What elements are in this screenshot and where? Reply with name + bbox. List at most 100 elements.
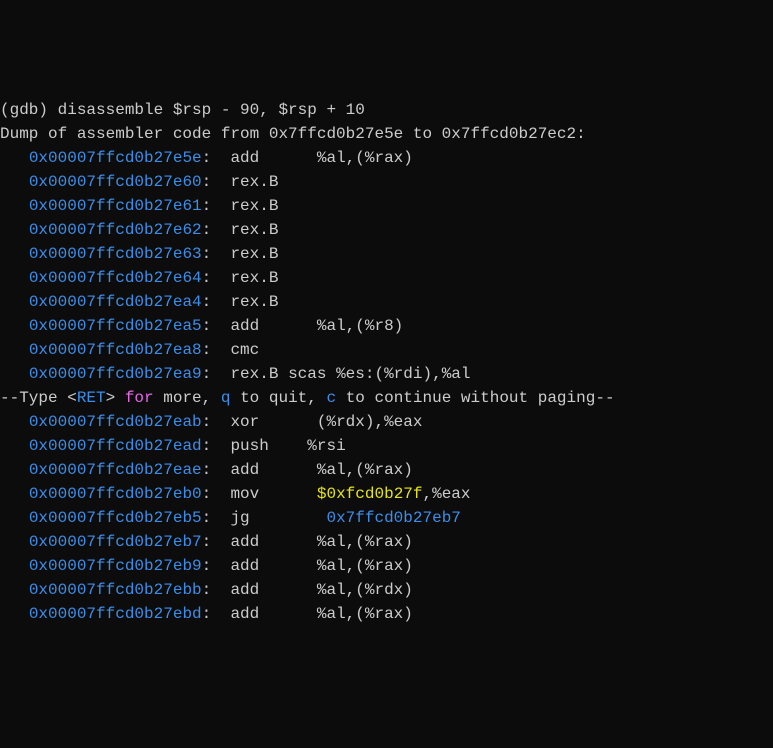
- asm-colon: :: [202, 581, 231, 599]
- pager-text: more,: [154, 389, 221, 407]
- asm-indent: [0, 437, 29, 455]
- dump-addr-from: 0x7ffcd0b27e5e: [269, 125, 403, 143]
- asm-row: 0x00007ffcd0b27e62: rex.B: [0, 218, 773, 242]
- asm-row: 0x00007ffcd0b27eb7: add %al,(%rax): [0, 530, 773, 554]
- asm-colon: :: [202, 533, 231, 551]
- asm-operands: %al,(%rdx): [288, 581, 413, 599]
- asm-jump-target: 0x7ffcd0b27eb7: [326, 509, 460, 527]
- asm-mnemonic: rex.B: [230, 197, 278, 215]
- asm-indent: [0, 269, 29, 287]
- asm-addr: 0x00007ffcd0b27eb0: [29, 485, 202, 503]
- asm-indent: [0, 581, 29, 599]
- asm-colon: :: [202, 437, 231, 455]
- asm-row: 0x00007ffcd0b27e64: rex.B: [0, 266, 773, 290]
- pager-key-ret[interactable]: RET: [77, 389, 106, 407]
- asm-indent: [0, 245, 29, 263]
- asm-mnemonic: rex.B: [230, 245, 278, 263]
- asm-colon: :: [202, 293, 231, 311]
- asm-mnemonic: cmc: [230, 341, 259, 359]
- asm-indent: [0, 293, 29, 311]
- asm-mnemonic: add: [230, 317, 288, 335]
- asm-mnemonic: mov: [230, 485, 288, 503]
- asm-operands: (%rdx),%eax: [288, 413, 422, 431]
- asm-row: 0x00007ffcd0b27ea8: cmc: [0, 338, 773, 362]
- asm-colon: :: [202, 317, 231, 335]
- asm-mnemonic: add: [230, 557, 288, 575]
- asm-indent: [0, 221, 29, 239]
- asm-operands: %al,(%rax): [288, 461, 413, 479]
- asm-colon: :: [202, 413, 231, 431]
- dump-header-line: Dump of assembler code from 0x7ffcd0b27e…: [0, 122, 773, 146]
- asm-colon: :: [202, 509, 231, 527]
- asm-addr: 0x00007ffcd0b27ea8: [29, 341, 202, 359]
- asm-mnemonic: push: [230, 437, 288, 455]
- gdb-prompt-line: (gdb) disassemble $rsp - 90, $rsp + 10: [0, 98, 773, 122]
- asm-mnemonic: add: [230, 581, 288, 599]
- dump-header-prefix: Dump of assembler code from: [0, 125, 269, 143]
- gdb-terminal: (gdb) disassemble $rsp - 90, $rsp + 10Du…: [0, 98, 773, 626]
- asm-colon: :: [202, 245, 231, 263]
- asm-row: 0x00007ffcd0b27ea5: add %al,(%r8): [0, 314, 773, 338]
- asm-row: 0x00007ffcd0b27e63: rex.B: [0, 242, 773, 266]
- asm-colon: :: [202, 605, 231, 623]
- asm-row: 0x00007ffcd0b27eb5: jg 0x7ffcd0b27eb7: [0, 506, 773, 530]
- asm-colon: :: [202, 485, 231, 503]
- asm-mnemonic: rex.B: [230, 269, 278, 287]
- asm-indent: [0, 365, 29, 383]
- asm-row: 0x00007ffcd0b27e60: rex.B: [0, 170, 773, 194]
- gdb-prompt: (gdb): [0, 101, 58, 119]
- asm-indent: [0, 485, 29, 503]
- asm-operands: %al,(%rax): [288, 533, 413, 551]
- asm-colon: :: [202, 173, 231, 191]
- pager-text: --Type <: [0, 389, 77, 407]
- pager-text: to quit,: [230, 389, 326, 407]
- asm-addr: 0x00007ffcd0b27eae: [29, 461, 202, 479]
- asm-addr: 0x00007ffcd0b27e62: [29, 221, 202, 239]
- asm-colon: :: [202, 341, 231, 359]
- asm-mnemonic: rex.B: [230, 293, 278, 311]
- asm-addr: 0x00007ffcd0b27eb5: [29, 509, 202, 527]
- asm-indent: [0, 149, 29, 167]
- asm-addr: 0x00007ffcd0b27e63: [29, 245, 202, 263]
- gdb-command[interactable]: disassemble $rsp - 90, $rsp + 10: [58, 101, 365, 119]
- asm-operands: %al,(%rax): [288, 605, 413, 623]
- asm-row: 0x00007ffcd0b27eab: xor (%rdx),%eax: [0, 410, 773, 434]
- asm-mnemonic: add: [230, 533, 288, 551]
- asm-row: 0x00007ffcd0b27e61: rex.B: [0, 194, 773, 218]
- asm-operands: ,%eax: [423, 485, 471, 503]
- dump-header-mid: to: [403, 125, 441, 143]
- asm-addr: 0x00007ffcd0b27e64: [29, 269, 202, 287]
- asm-mnemonic: jg: [230, 509, 288, 527]
- asm-colon: :: [202, 557, 231, 575]
- gdb-pager-line: --Type <RET> for more, q to quit, c to c…: [0, 386, 773, 410]
- pager-keyword-for: for: [125, 389, 154, 407]
- asm-operands: %al,(%rax): [288, 557, 413, 575]
- dump-header-suffix: :: [576, 125, 586, 143]
- asm-mnemonic: rex.B scas %es:(%rdi),%al: [230, 365, 470, 383]
- asm-indent: [0, 509, 29, 527]
- asm-addr: 0x00007ffcd0b27e5e: [29, 149, 202, 167]
- asm-indent: [0, 317, 29, 335]
- asm-addr: 0x00007ffcd0b27ea9: [29, 365, 202, 383]
- asm-addr: 0x00007ffcd0b27e61: [29, 197, 202, 215]
- asm-indent: [0, 197, 29, 215]
- asm-row: 0x00007ffcd0b27eb0: mov $0xfcd0b27f,%eax: [0, 482, 773, 506]
- pager-text: to continue without paging--: [336, 389, 614, 407]
- asm-mnemonic: rex.B: [230, 221, 278, 239]
- asm-operands: [288, 509, 326, 527]
- asm-addr: 0x00007ffcd0b27ebb: [29, 581, 202, 599]
- pager-key-c[interactable]: c: [326, 389, 336, 407]
- asm-operands: %rsi: [288, 437, 346, 455]
- asm-immediate: $0xfcd0b27f: [317, 485, 423, 503]
- asm-mnemonic: add: [230, 461, 288, 479]
- asm-indent: [0, 605, 29, 623]
- asm-operands: %al,(%r8): [288, 317, 403, 335]
- asm-addr: 0x00007ffcd0b27ebd: [29, 605, 202, 623]
- asm-mnemonic: xor: [230, 413, 288, 431]
- asm-addr: 0x00007ffcd0b27ead: [29, 437, 202, 455]
- asm-row: 0x00007ffcd0b27ea9: rex.B scas %es:(%rdi…: [0, 362, 773, 386]
- asm-addr: 0x00007ffcd0b27e60: [29, 173, 202, 191]
- asm-row: 0x00007ffcd0b27e5e: add %al,(%rax): [0, 146, 773, 170]
- asm-operands: %al,(%rax): [288, 149, 413, 167]
- asm-addr: 0x00007ffcd0b27eab: [29, 413, 202, 431]
